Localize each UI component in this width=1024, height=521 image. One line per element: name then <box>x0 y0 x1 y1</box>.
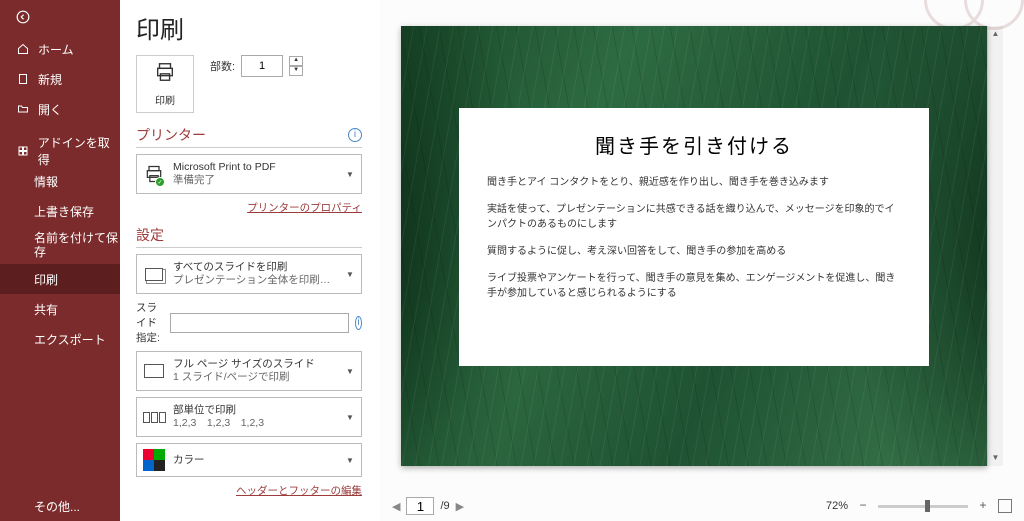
slide-bullet: 質問するように促し、考え深い回答をして、聞き手の参加を高める <box>487 244 901 259</box>
dd-line2: 1 スライド/ページで印刷 <box>173 371 343 384</box>
addins-icon <box>16 144 30 158</box>
nav-label: 開く <box>38 101 62 118</box>
nav-label: 新規 <box>38 71 62 88</box>
header-footer-link[interactable]: ヘッダーとフッターの編集 <box>136 483 362 498</box>
scroll-down-icon[interactable]: ▼ <box>988 450 1003 466</box>
nav-new[interactable]: 新規 <box>0 64 120 94</box>
dd-line1: フル ページ サイズのスライド <box>173 358 343 371</box>
new-icon <box>16 72 30 86</box>
color-dropdown[interactable]: カラー ▼ <box>136 443 362 477</box>
nav-label: 上書き保存 <box>34 203 94 220</box>
print-preview: 聞き手を引き付ける 聞き手とアイ コンタクトをとり、親近感を作り出し、聞き手を巻… <box>380 0 1024 521</box>
nav-open[interactable]: 開く <box>0 94 120 124</box>
home-icon <box>16 42 30 56</box>
chevron-down-icon: ▼ <box>343 170 357 179</box>
slide-bullet: ライブ投票やアンケートを行って、聞き手の意見を集め、エンゲージメントを促進し、聞… <box>487 271 901 301</box>
collate-icon <box>141 404 167 430</box>
back-arrow-icon <box>16 10 30 24</box>
nav-home[interactable]: ホーム <box>0 34 120 64</box>
dd-line2: 1,2,3 1,2,3 1,2,3 <box>173 417 343 430</box>
nav-label: その他... <box>34 498 80 515</box>
preview-footer: ◀ /9 ▶ 72% − + <box>380 491 1024 521</box>
nav-more[interactable]: その他... <box>0 491 120 521</box>
slide-content-card: 聞き手を引き付ける 聞き手とアイ コンタクトをとり、親近感を作り出し、聞き手を巻… <box>459 108 929 366</box>
copies-label: 部数: <box>210 58 235 74</box>
nav-label: 名前を付けて保存 <box>34 231 120 260</box>
print-panel: 印刷 印刷 部数: ▲ ▼ プリンター i ✓ Microsoft <box>120 0 380 521</box>
printer-dropdown[interactable]: ✓ Microsoft Print to PDF 準備完了 ▼ <box>136 154 362 194</box>
preview-vertical-scrollbar[interactable]: ▲ ▼ <box>987 26 1003 466</box>
zoom-out-button[interactable]: − <box>856 499 870 513</box>
layout-dropdown[interactable]: フル ページ サイズのスライド 1 スライド/ページで印刷 ▼ <box>136 351 362 391</box>
printer-status-icon: ✓ <box>155 177 165 187</box>
chevron-down-icon: ▼ <box>343 413 357 422</box>
printer-status: 準備完了 <box>173 174 343 187</box>
nav-share[interactable]: 共有 <box>0 294 120 324</box>
slide-bullet: 実話を使って、プレゼンテーションに共感できる話を織り込んで、メッセージを印象的で… <box>487 202 901 232</box>
preview-page: 聞き手を引き付ける 聞き手とアイ コンタクトをとり、親近感を作り出し、聞き手を巻… <box>401 26 987 466</box>
nav-print[interactable]: 印刷 <box>0 264 120 294</box>
nav-save[interactable]: 上書き保存 <box>0 196 120 226</box>
collate-dropdown[interactable]: 部単位で印刷 1,2,3 1,2,3 1,2,3 ▼ <box>136 397 362 437</box>
page-title: 印刷 <box>136 10 362 45</box>
copies-up[interactable]: ▲ <box>289 56 303 66</box>
chevron-down-icon: ▼ <box>343 456 357 465</box>
copies-down[interactable]: ▼ <box>289 66 303 76</box>
nav-info[interactable]: 情報 <box>0 166 120 196</box>
nav-label: アドインを取得 <box>38 134 120 168</box>
print-range-dropdown[interactable]: すべてのスライドを印刷 プレゼンテーション全体を印刷… ▼ <box>136 254 362 294</box>
printer-info-icon[interactable]: i <box>348 128 362 142</box>
dd-line1: すべてのスライドを印刷 <box>173 261 343 274</box>
fullpage-icon <box>141 358 167 384</box>
fit-to-window-button[interactable] <box>998 499 1012 513</box>
dd-line1: カラー <box>173 454 343 467</box>
nav-label: ホーム <box>38 41 74 58</box>
nav-label: 印刷 <box>34 271 58 288</box>
slide-spec-label: スライド指定: <box>136 300 164 345</box>
nav-addins[interactable]: アドインを取得 <box>0 136 120 166</box>
settings-section-head: 設定 <box>136 225 164 245</box>
printer-icon <box>154 61 176 88</box>
page-total: /9 <box>440 500 449 512</box>
slide-title: 聞き手を引き付ける <box>487 130 901 159</box>
printer-properties-link[interactable]: プリンターのプロパティ <box>136 200 362 215</box>
prev-page-button[interactable]: ◀ <box>392 500 400 513</box>
dd-line2: プレゼンテーション全体を印刷… <box>173 274 343 287</box>
printer-section-head: プリンター <box>136 125 206 145</box>
next-page-button[interactable]: ▶ <box>456 500 464 513</box>
zoom-value: 72% <box>826 500 848 512</box>
nav-label: 共有 <box>34 301 58 318</box>
nav-label: 情報 <box>34 173 58 190</box>
backstage-sidebar: ホーム 新規 開く アドインを取得 情報 上書き保存 名前を付けて保存 印刷 共… <box>0 0 120 521</box>
printer-name: Microsoft Print to PDF <box>173 161 343 174</box>
nav-saveas[interactable]: 名前を付けて保存 <box>0 226 120 264</box>
page-number-input[interactable] <box>406 497 434 515</box>
zoom-in-button[interactable]: + <box>976 499 990 513</box>
slide-spec-input[interactable] <box>170 313 349 333</box>
slide-spec-info-icon[interactable]: i <box>355 316 362 330</box>
copies-input[interactable] <box>241 55 283 77</box>
chevron-down-icon: ▼ <box>343 270 357 279</box>
zoom-slider-handle[interactable] <box>925 500 930 512</box>
color-icon <box>141 447 167 473</box>
print-button[interactable]: 印刷 <box>136 55 194 113</box>
chevron-down-icon: ▼ <box>343 367 357 376</box>
nav-label: エクスポート <box>34 331 106 348</box>
open-icon <box>16 102 30 116</box>
back-button[interactable] <box>0 0 120 34</box>
print-button-label: 印刷 <box>155 92 175 107</box>
slide-bullet: 聞き手とアイ コンタクトをとり、親近感を作り出し、聞き手を巻き込みます <box>487 175 901 190</box>
nav-export[interactable]: エクスポート <box>0 324 120 354</box>
zoom-slider[interactable] <box>878 505 968 508</box>
dd-line1: 部単位で印刷 <box>173 404 343 417</box>
slides-all-icon <box>141 261 167 287</box>
